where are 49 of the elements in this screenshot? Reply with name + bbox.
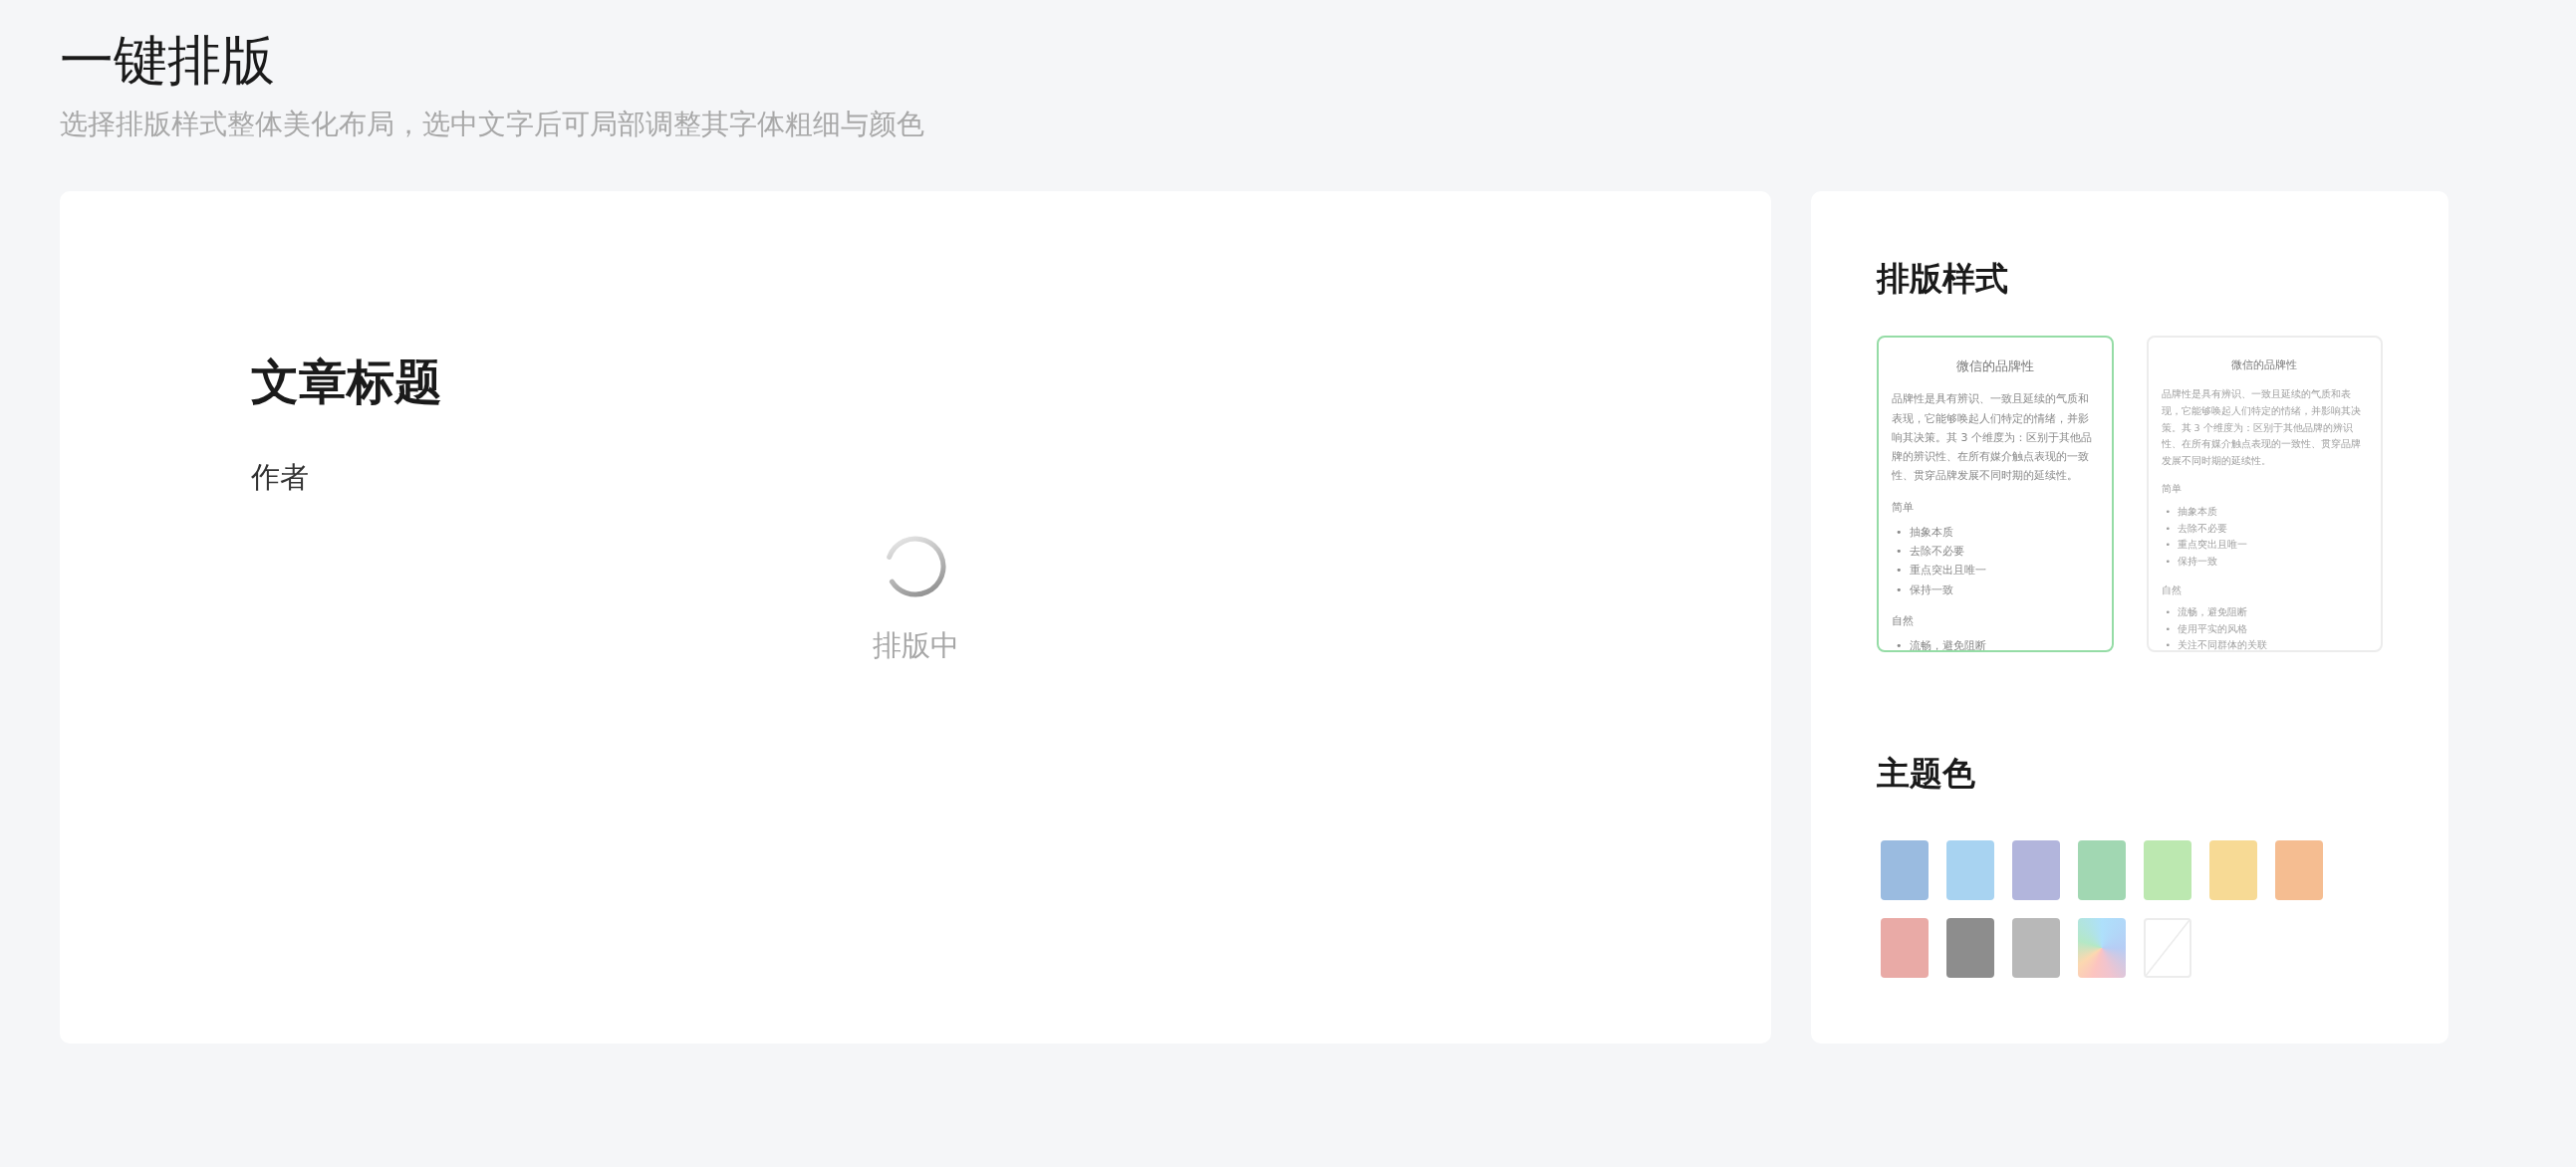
template-list-item: 抽象本质 <box>2178 505 2218 520</box>
bullet: • <box>1896 638 1903 651</box>
template-subheading: 简单 <box>1892 499 1915 516</box>
template-subheading: 自然 <box>2161 583 2183 597</box>
style-template-card[interactable]: 微信的品牌性 品牌性是具有辨识、一致且延续的气质和表现，它能够唤起人们特定的情绪，并影响其决策。其 3 个维度为：区别于其他品牌的辨识性、在所有媒介触点表现的一致性、贯穿品牌发展不同时期的延续性。 简单 • 抽象本质 • 去除不必要 • 重点突出且唯一 • 保持一致 自然 • 流畅，避免阻断 <box>1877 336 2114 653</box>
template-list-item: 去除不必要 <box>1909 544 1964 561</box>
template-list-item: 关注不同群体的关联 <box>2178 638 2268 651</box>
template-title: 微信的品牌性 <box>1954 357 2035 376</box>
template-subheading: 自然 <box>1892 612 1915 629</box>
color-swatch[interactable] <box>2209 840 2257 901</box>
color-swatch[interactable] <box>1881 918 1929 979</box>
bullet: • <box>2165 605 2172 620</box>
color-swatch[interactable] <box>2078 840 2126 901</box>
template-list-item: 重点突出且唯一 <box>1909 563 1986 580</box>
template-subheading: 简单 <box>2161 482 2183 497</box>
color-swatch[interactable] <box>2012 840 2060 901</box>
bullet: • <box>2165 638 2172 651</box>
color-swatch[interactable] <box>2144 840 2191 901</box>
loading-status: 排版中 <box>872 627 959 665</box>
bullet: • <box>1896 563 1903 580</box>
template-list-item: 使用平实的风格 <box>2178 621 2248 636</box>
loading-spinner-icon <box>884 535 947 599</box>
section-heading: 主题色 <box>1877 753 1975 796</box>
bullet: • <box>2165 521 2172 536</box>
bullet: • <box>1896 582 1903 598</box>
template-title: 微信的品牌性 <box>2230 357 2299 374</box>
section-heading: 排版样式 <box>1877 258 2008 301</box>
color-swatch[interactable] <box>2275 840 2323 901</box>
template-list-item: 去除不必要 <box>2178 521 2228 536</box>
color-swatch[interactable] <box>2012 918 2060 979</box>
bullet: • <box>2165 538 2172 553</box>
bullet: • <box>2165 554 2172 569</box>
page-title: 一键排版 <box>60 28 275 94</box>
template-list-item: 流畅，避免阻断 <box>1909 638 1986 651</box>
article-author[interactable]: 作者 <box>251 460 309 495</box>
bullet: • <box>2165 621 2172 636</box>
color-swatch[interactable] <box>1946 918 1994 979</box>
bullet: • <box>2165 505 2172 520</box>
gradient-swatch[interactable] <box>2078 918 2126 979</box>
page-subtitle: 选择排版样式整体美化布局，选中文字后可局部调整其字体粗细与颜色 <box>60 108 924 141</box>
bullet: • <box>1896 544 1903 561</box>
template-list-item: 抽象本质 <box>1909 524 1953 541</box>
article-title[interactable]: 文章标题 <box>251 350 442 415</box>
template-list-item: 流畅，避免阻断 <box>2178 605 2248 620</box>
bullet: • <box>1896 524 1903 541</box>
color-swatch[interactable] <box>1881 840 1929 901</box>
color-swatch[interactable] <box>1946 840 1994 901</box>
template-list-item: 保持一致 <box>1909 582 1953 598</box>
template-paragraph: 品牌性是具有辨识、一致且延续的气质和表现，它能够唤起人们特定的情绪，并影响其决策。其 3 个维度为：区别于其他品牌的辨识性、在所有媒介触点表现的一致性、贯穿品牌发展不同时期的延续性。 <box>1892 391 2093 485</box>
